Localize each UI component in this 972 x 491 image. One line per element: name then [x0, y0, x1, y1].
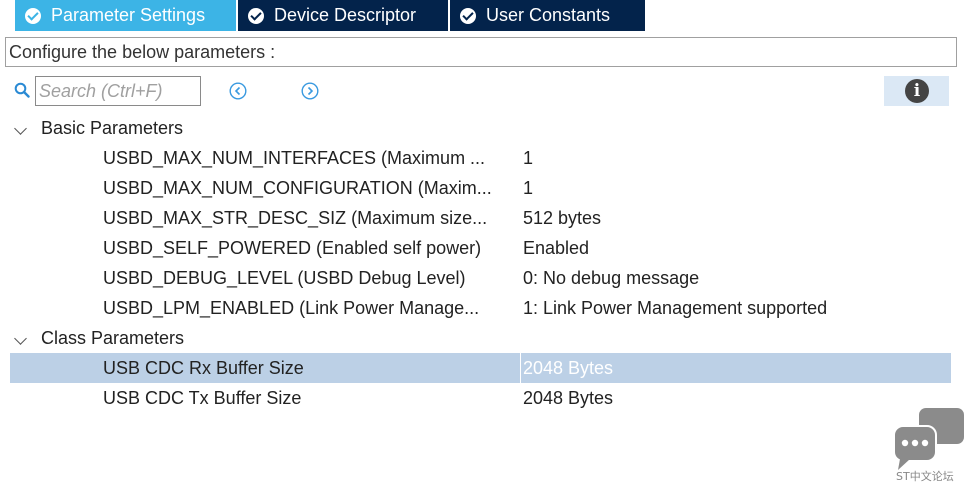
parameter-name: USB CDC Tx Buffer Size — [103, 388, 302, 408]
configure-description: Configure the below parameters : — [5, 37, 957, 67]
column-divider — [520, 353, 521, 383]
watermark-text: ST中文论坛 — [896, 470, 954, 483]
group-class-parameters[interactable]: Class Parameters — [0, 323, 972, 353]
parameter-name: USBD_LPM_ENABLED (Link Power Manage... — [103, 298, 480, 318]
tab-user-constants[interactable]: User Constants — [450, 0, 645, 31]
previous-match-button[interactable] — [229, 82, 247, 100]
parameter-name: USBD_SELF_POWERED (Enabled self power) — [103, 238, 482, 258]
parameter-value[interactable]: Enabled — [523, 233, 589, 263]
parameter-value[interactable]: 1 — [523, 173, 533, 203]
parameter-value[interactable]: 1: Link Power Management supported — [523, 293, 827, 323]
table-row[interactable]: USBD_MAX_STR_DESC_SIZ (Maximum size... 5… — [10, 203, 951, 233]
group-label: Class Parameters — [41, 328, 185, 348]
parameter-value[interactable]: 0: No debug message — [523, 263, 699, 293]
table-row[interactable]: USBD_MAX_NUM_CONFIGURATION (Maxim... 1 — [10, 173, 951, 203]
parameter-name: USB CDC Rx Buffer Size — [103, 358, 304, 378]
group-basic-parameters[interactable]: Basic Parameters — [0, 113, 972, 143]
check-circle-icon — [460, 7, 476, 24]
table-row[interactable]: USBD_DEBUG_LEVEL (USBD Debug Level) 0: N… — [10, 263, 951, 293]
parameter-name: USBD_MAX_STR_DESC_SIZ (Maximum size... — [103, 208, 488, 228]
tab-label: Parameter Settings — [51, 5, 206, 25]
parameter-value[interactable]: 1 — [523, 143, 533, 173]
parameter-name: USBD_DEBUG_LEVEL (USBD Debug Level) — [103, 268, 466, 288]
table-row[interactable]: USBD_MAX_NUM_INTERFACES (Maximum ... 1 — [10, 143, 951, 173]
check-circle-icon — [25, 7, 41, 24]
group-label: Basic Parameters — [41, 118, 184, 138]
info-icon: i — [905, 79, 929, 103]
table-row[interactable]: USBD_LPM_ENABLED (Link Power Manage... 1… — [10, 293, 951, 323]
parameter-value[interactable]: 512 bytes — [523, 203, 601, 233]
parameter-name: USBD_MAX_NUM_INTERFACES (Maximum ... — [103, 148, 486, 168]
parameter-name: USBD_MAX_NUM_CONFIGURATION (Maxim... — [103, 178, 492, 198]
table-row[interactable]: USB CDC Tx Buffer Size 2048 Bytes — [10, 383, 951, 413]
tab-label: User Constants — [486, 5, 611, 25]
table-row-selected[interactable]: USB CDC Rx Buffer Size 2048 Bytes — [10, 353, 951, 383]
search-icon — [14, 82, 30, 98]
parameter-value[interactable]: 2048 Bytes — [523, 353, 613, 383]
tab-bar: Parameter Settings Device Descriptor Use… — [0, 0, 972, 31]
parameter-value[interactable]: 2048 Bytes — [523, 383, 613, 413]
chevron-down-icon — [14, 122, 27, 135]
tab-parameter-settings[interactable]: Parameter Settings — [15, 0, 236, 31]
tab-device-descriptor[interactable]: Device Descriptor — [238, 0, 448, 31]
search-input[interactable] — [35, 76, 201, 106]
next-match-button[interactable] — [301, 82, 319, 100]
info-panel[interactable]: i — [884, 76, 949, 106]
table-row[interactable]: USBD_SELF_POWERED (Enabled self power) E… — [10, 233, 951, 263]
chevron-down-icon — [14, 332, 27, 345]
tab-label: Device Descriptor — [274, 5, 417, 25]
check-circle-icon — [248, 7, 264, 24]
